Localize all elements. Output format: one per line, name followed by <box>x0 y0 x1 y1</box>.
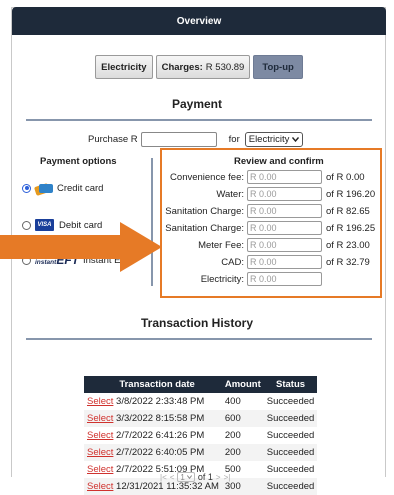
select-link[interactable]: Select <box>87 413 113 424</box>
chevron-down-icon <box>186 475 192 479</box>
page-count: of 1 <box>197 472 213 482</box>
purchase-amount-input[interactable] <box>140 132 217 147</box>
transaction-date: 12/31/2021 11:35:32 AM <box>116 481 219 492</box>
select-link[interactable]: Select <box>87 464 113 475</box>
table-cell: Select 2/7/2022 6:41:26 PM <box>84 427 222 444</box>
transaction-date: 2/7/2022 6:41:26 PM <box>116 430 205 441</box>
payment-divider <box>26 119 372 121</box>
table-row: Select 2/7/2022 6:40:05 PM 200 Succeeded <box>84 444 318 461</box>
transaction-date: 3/3/2022 8:15:58 PM <box>116 413 205 424</box>
table-row: Select 2/7/2022 6:41:26 PM 200 Succeeded <box>84 427 317 444</box>
topup-button[interactable]: Top-up <box>253 55 303 79</box>
transaction-amount: 600 <box>221 410 264 427</box>
review-row-label: Sanitation Charge: <box>165 222 244 234</box>
pager: |< < 1 of 1 > >| <box>160 472 230 482</box>
review-row: Water: R 0.00 of R 196.20 <box>163 187 375 201</box>
transaction-amount: 200 <box>224 430 241 441</box>
sanitation-charge-input[interactable]: R 0.00 <box>247 221 322 235</box>
transaction-header-row: Transaction date Amount Status <box>84 376 318 393</box>
last-page-button[interactable]: >| <box>224 473 231 482</box>
transaction-amount: 200 <box>221 444 264 461</box>
review-row: Meter Fee: R 0.00 of R 23.00 <box>163 238 370 252</box>
column-header-status[interactable]: Status <box>263 376 318 393</box>
sanitation-charge-input[interactable]: R 0.00 <box>247 204 322 218</box>
review-row-label: Meter Fee: <box>198 239 244 251</box>
transaction-history-title: Transaction History <box>140 316 254 330</box>
purchase-label: Purchase R <box>88 134 138 145</box>
review-row-total: of R 23.00 <box>326 239 370 251</box>
review-row: Convenience fee: R 0.00 of R 0.00 <box>163 170 365 184</box>
review-row-total: of R 0.00 <box>326 171 365 183</box>
purchase-row: Purchase R for Electricity <box>88 132 304 147</box>
review-row: CAD: R 0.00 of R 32.79 <box>163 255 370 269</box>
payment-title: Payment <box>171 97 223 111</box>
transaction-date: 2/7/2022 6:40:05 PM <box>116 447 205 458</box>
column-header-amount[interactable]: Amount <box>221 376 264 393</box>
review-row-label: Water: <box>216 188 244 200</box>
transaction-status: Succeeded <box>263 444 318 461</box>
select-link[interactable]: Select <box>87 430 113 441</box>
transaction-history-divider <box>26 338 372 340</box>
review-row-label: Electricity: <box>200 273 244 285</box>
charges-button[interactable]: Charges: R 530.89 <box>155 55 251 79</box>
water-input[interactable]: R 0.00 <box>247 187 322 201</box>
select-link[interactable]: Select <box>87 447 113 458</box>
page-title: Overview <box>176 15 222 27</box>
utility-select[interactable]: Electricity <box>244 132 304 147</box>
review-row: Sanitation Charge: R 0.00 of R 82.65 <box>163 204 370 218</box>
table-row: Select 3/3/2022 8:15:58 PM 600 Succeeded <box>84 410 318 427</box>
charges-value: R 530.89 <box>205 61 245 73</box>
table-cell: Select 3/8/2022 2:33:48 PM <box>84 393 222 410</box>
column-header-date[interactable]: Transaction date <box>91 376 222 393</box>
prev-page-button[interactable]: < <box>170 473 175 482</box>
option-credit-card[interactable]: Credit card <box>22 181 104 196</box>
credit-card-icon <box>33 181 53 196</box>
next-page-button[interactable]: > <box>216 473 221 482</box>
electricity-button-label: Electricity <box>101 61 147 73</box>
select-link[interactable]: Select <box>87 481 113 492</box>
review-row-label: CAD: <box>221 256 244 268</box>
review-row-total: of R 196.25 <box>326 222 376 234</box>
electricity-button[interactable]: Electricity <box>95 55 153 79</box>
transaction-date: 3/8/2022 2:33:48 PM <box>116 396 205 407</box>
convenience-fee-input[interactable]: R 0.00 <box>247 170 322 184</box>
transaction-status: Succeeded <box>263 478 318 495</box>
column-header-action <box>84 376 92 393</box>
meter-fee-input[interactable]: R 0.00 <box>247 238 322 252</box>
for-label: for <box>228 134 240 145</box>
review-row: Sanitation Charge: R 0.00 of R 196.25 <box>163 221 375 235</box>
table-cell: Select 3/3/2022 8:15:58 PM <box>84 410 222 427</box>
transaction-status: Succeeded <box>266 464 315 475</box>
transaction-status: Succeeded <box>266 396 315 407</box>
arrow-right-icon <box>0 222 162 272</box>
transaction-status: Succeeded <box>266 430 315 441</box>
review-row-total: of R 82.65 <box>326 205 370 217</box>
page-header: Overview <box>12 7 386 35</box>
table-cell: Select 2/7/2022 6:40:05 PM <box>84 444 222 461</box>
review-row-label: Convenience fee: <box>170 171 244 183</box>
table-row: Select 3/8/2022 2:33:48 PM 400 Succeeded <box>84 393 317 410</box>
review-row-total: of R 196.20 <box>326 188 376 200</box>
electricity-input[interactable]: R 0.00 <box>247 272 322 286</box>
review-row-label: Sanitation Charge: <box>165 205 244 217</box>
page-select[interactable]: 1 <box>177 472 195 482</box>
chevron-down-icon <box>292 137 300 142</box>
review-title: Review and confirm <box>234 156 324 167</box>
cad-input[interactable]: R 0.00 <box>247 255 322 269</box>
first-page-button[interactable]: |< <box>160 473 167 482</box>
select-link[interactable]: Select <box>87 396 113 407</box>
charges-label: Charges: <box>161 61 203 73</box>
page-select-value: 1 <box>180 472 185 482</box>
credit-card-label: Credit card <box>57 182 104 194</box>
review-row: Electricity: R 0.00 <box>163 272 322 286</box>
transaction-amount: 400 <box>224 396 241 407</box>
credit-card-radio[interactable] <box>22 183 31 193</box>
utility-select-value: Electricity <box>248 134 290 145</box>
top-button-group: Electricity Charges: R 530.89 Top-up <box>0 55 394 79</box>
payment-options-title: Payment options <box>40 156 117 167</box>
review-row-total: of R 32.79 <box>326 256 370 268</box>
transaction-status: Succeeded <box>263 410 318 427</box>
topup-button-label: Top-up <box>262 61 294 73</box>
